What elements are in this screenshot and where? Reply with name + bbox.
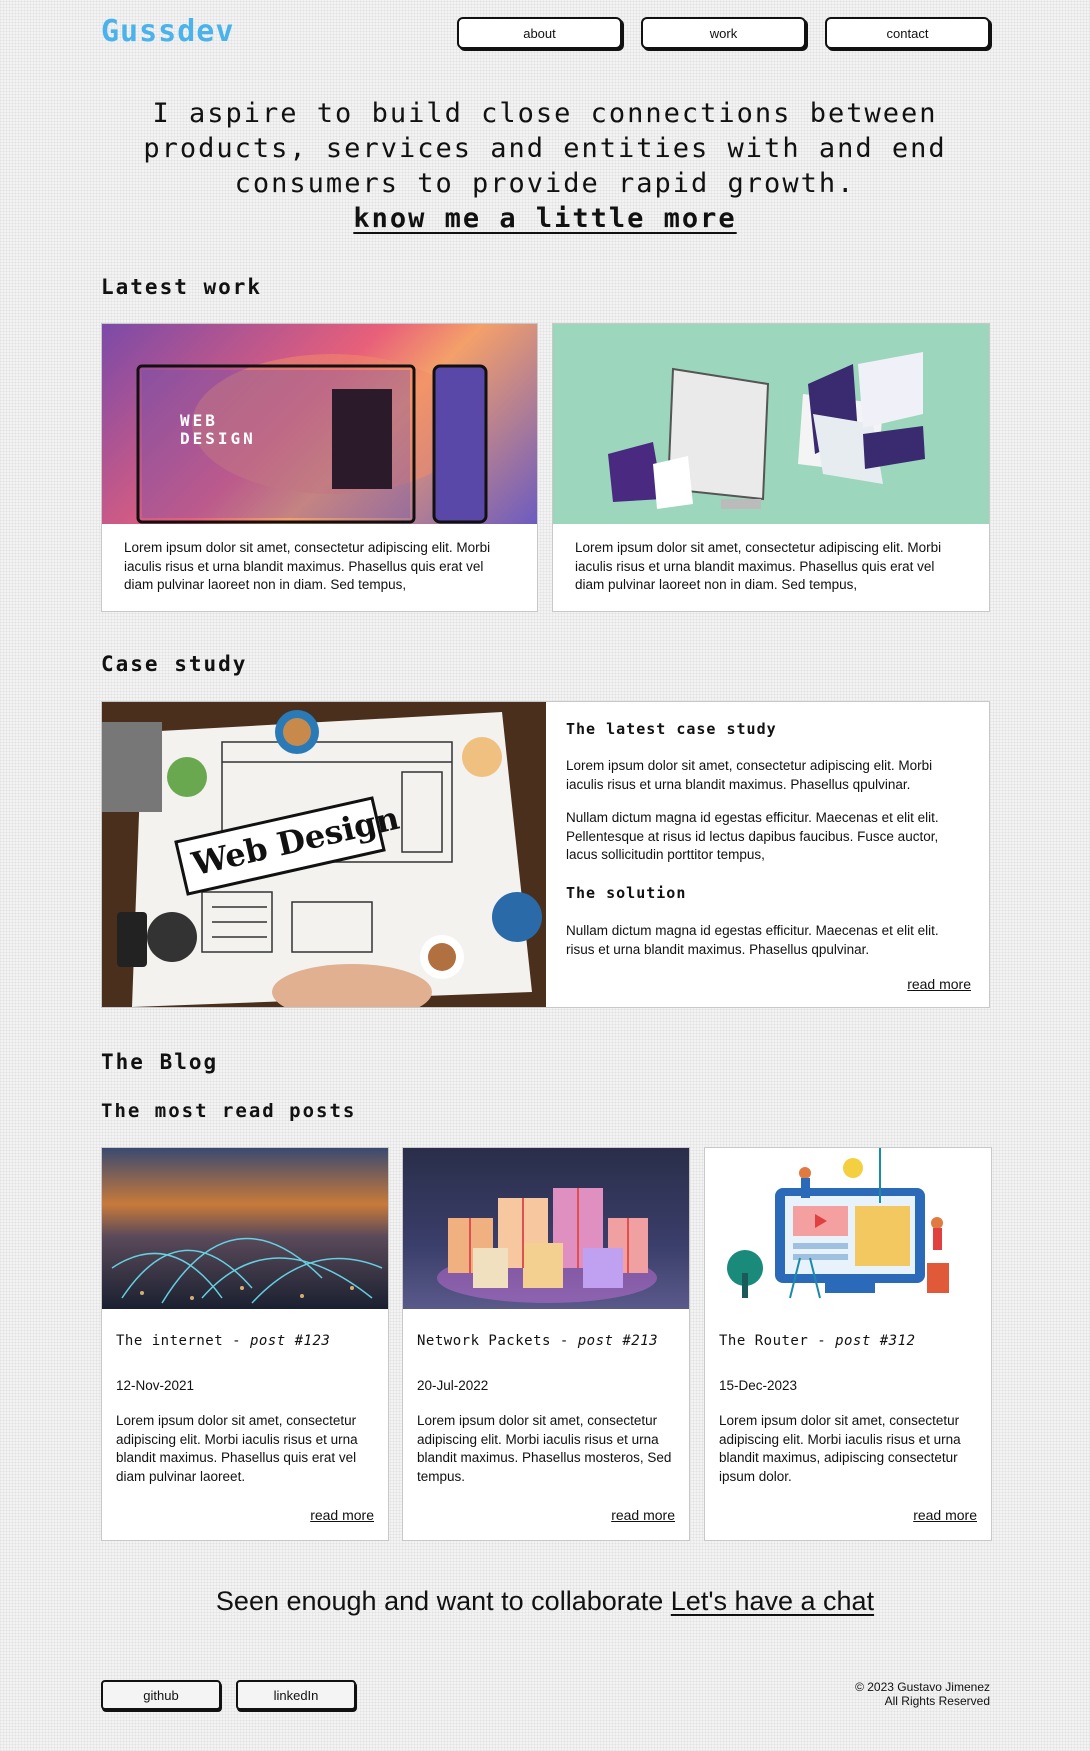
copyright-text: © 2023 Gustavo Jimenez [855,1680,990,1694]
hero-line: I aspire to build close connections betw… [152,98,938,129]
web-design-sketch-illustration [102,702,546,1007]
blog-post-title: The Router - [719,1333,836,1349]
blog-post-read-more-link[interactable]: read more [310,1507,374,1523]
blog-post-title: The internet - [116,1333,250,1349]
blog-post-number: post #123 [249,1333,331,1349]
gift-boxes-illustration [437,1188,657,1303]
work-image-devices [553,324,989,524]
linkedin-button[interactable]: linkedIn [236,1680,356,1710]
blog-post-card[interactable]: The internet - post #123 12-Nov-2021 Lor… [101,1147,389,1541]
cta-banner: Seen enough and want to collaborate Let'… [0,1586,1090,1617]
work-card[interactable]: WEB DESIGN Lorem ipsum dolor sit amet, c… [101,323,538,612]
case-study-card: Web Design The latest case study Lorem i… [101,701,990,1008]
blog-post-date: 12-Nov-2021 [116,1378,195,1393]
blog-image-packets [403,1148,689,1309]
chat-link[interactable]: Let's have a chat [671,1586,874,1616]
blog-post-read-more-link[interactable]: read more [913,1507,977,1523]
rights-text: All Rights Reserved [884,1694,990,1708]
hero-line: consumers to provide rapid growth. [234,168,856,199]
work-card[interactable]: Lorem ipsum dolor sit amet, consectetur … [552,323,990,612]
devices-mockup-illustration [608,352,925,509]
blog-post-card[interactable]: Network Packets - post #213 20-Jul-2022 … [402,1147,690,1541]
web-design-mockup-illustration [136,354,488,524]
nav-work-button[interactable]: work [641,17,806,49]
web-design-image-text: WEB [180,411,218,430]
blog-post-excerpt: Lorem ipsum dolor sit amet, consectetur … [417,1413,672,1484]
case-study-paragraph: Lorem ipsum dolor sit amet, consectetur … [566,758,933,792]
blog-post-excerpt: Lorem ipsum dolor sit amet, consectetur … [719,1413,961,1484]
blog-post-read-more-link[interactable]: read more [611,1507,675,1523]
blog-image-router [705,1148,991,1309]
logo[interactable]: Gussdev [101,14,234,49]
website-building-illustration [727,1148,949,1299]
blog-subtitle: The most read posts [101,1100,357,1122]
case-study-paragraph: Nullam dictum magna id egestas efficitur… [566,810,939,862]
city-network-illustration [111,1237,383,1304]
cta-text: Seen enough and want to collaborate [215,1586,671,1616]
case-study-heading: The latest case study [566,720,777,738]
blog-image-internet [102,1148,388,1309]
work-card-text: Lorem ipsum dolor sit amet, consectetur … [124,540,491,592]
blog-post-date: 15-Dec-2023 [719,1378,798,1393]
hero-statement: I aspire to build close connections betw… [130,96,960,236]
nav-about-button[interactable]: about [457,17,622,49]
case-study-title: Case study [101,652,248,676]
work-image-web-design: WEB DESIGN [102,324,537,524]
solution-heading: The solution [566,884,687,902]
blog-post-card[interactable]: The Router - post #312 15-Dec-2023 Lorem… [704,1147,992,1541]
work-card-text: Lorem ipsum dolor sit amet, consectetur … [575,540,942,592]
blog-post-date: 20-Jul-2022 [417,1378,489,1393]
blog-post-excerpt: Lorem ipsum dolor sit amet, consectetur … [116,1413,358,1484]
web-design-image-text: DESIGN [180,429,256,448]
blog-post-number: post #312 [835,1333,916,1349]
blog-title: The Blog [101,1050,219,1074]
blog-post-title: Network Packets - [417,1333,578,1349]
blog-post-number: post #213 [577,1333,659,1349]
hero-line: products, services and entities with and… [143,133,947,164]
copyright: © 2023 Gustavo Jimenez All Rights Reserv… [855,1680,990,1708]
case-study-paragraph: Nullam dictum magna id egestas efficitur… [566,923,939,957]
case-study-image: Web Design [102,702,546,1007]
nav-contact-button[interactable]: contact [825,17,990,49]
github-button[interactable]: github [101,1680,221,1710]
latest-work-title: Latest work [101,275,263,299]
about-me-link[interactable]: know me a little more [353,203,736,234]
case-study-read-more-link[interactable]: read more [907,976,971,992]
